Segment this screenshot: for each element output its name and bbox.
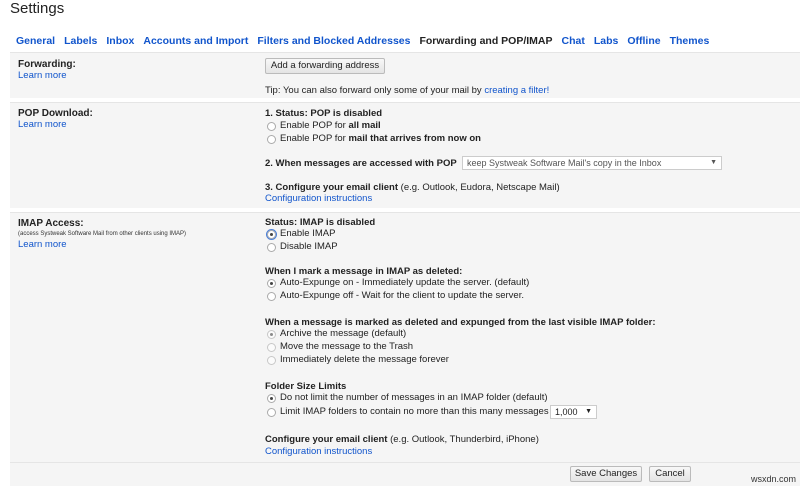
- delete-forever-label: Immediately delete the message forever: [280, 354, 449, 365]
- auto-expunge-on-label: Auto-Expunge on - Immediately update the…: [280, 277, 530, 288]
- imap-section: IMAP Access: (access Systweak Software M…: [10, 212, 800, 462]
- chevron-down-icon: ▼: [585, 408, 592, 415]
- add-forwarding-address-button[interactable]: Add a forwarding address: [265, 58, 385, 74]
- move-to-trash-label: Move the message to the Trash: [280, 341, 414, 352]
- tab-themes[interactable]: Themes: [670, 35, 710, 51]
- imap-learn-more-link[interactable]: Learn more: [18, 239, 67, 250]
- settings-tabs: General Labels Inbox Accounts and Import…: [16, 35, 718, 51]
- auto-expunge-off-radio[interactable]: [267, 292, 276, 301]
- forwarding-tip: Tip: You can also forward only some of y…: [265, 85, 549, 96]
- pop-all-mail-label: Enable POP for all mail: [280, 120, 381, 131]
- tab-filters[interactable]: Filters and Blocked Addresses: [257, 35, 410, 51]
- disable-imap-radio[interactable]: [267, 243, 276, 252]
- pop-configure-rest: (e.g. Outlook, Eudora, Netscape Mail): [398, 182, 560, 193]
- tab-forwarding-pop-imap[interactable]: Forwarding and POP/IMAP: [419, 35, 552, 51]
- limit-count-value: 1,000: [555, 407, 578, 417]
- chevron-down-icon: ▼: [710, 159, 717, 166]
- cancel-button[interactable]: Cancel: [649, 466, 691, 482]
- tab-inbox[interactable]: Inbox: [106, 35, 134, 51]
- pop-section: POP Download: Learn more 1. Status: POP …: [10, 102, 800, 208]
- pop-all-mail-radio[interactable]: [267, 122, 276, 131]
- tab-labs[interactable]: Labs: [594, 35, 619, 51]
- pop-from-now-label: Enable POP for mail that arrives from no…: [280, 133, 481, 144]
- limit-count-select[interactable]: 1,000 ▼: [550, 405, 597, 419]
- pop-access-select-value: keep Systweak Software Mail's copy in th…: [467, 158, 662, 168]
- pop-from-now-prefix: Enable POP for: [280, 133, 349, 144]
- delete-forever-radio[interactable]: [267, 356, 276, 365]
- folder-size-heading: Folder Size Limits: [265, 381, 347, 392]
- imap-expunged-heading: When a message is marked as deleted and …: [265, 317, 656, 328]
- forwarding-label: Forwarding:: [18, 59, 76, 70]
- no-limit-label: Do not limit the number of messages in a…: [280, 392, 548, 403]
- pop-configuration-instructions-link[interactable]: Configuration instructions: [265, 193, 372, 204]
- pop-learn-more-link[interactable]: Learn more: [18, 119, 67, 130]
- imap-label: IMAP Access:: [18, 218, 84, 229]
- limit-folders-radio[interactable]: [267, 408, 276, 417]
- no-limit-radio[interactable]: [267, 394, 276, 403]
- imap-configure-text: Configure your email client (e.g. Outloo…: [265, 434, 539, 445]
- archive-message-label: Archive the message (default): [280, 328, 407, 339]
- move-to-trash-radio[interactable]: [267, 343, 276, 352]
- save-changes-button[interactable]: Save Changes: [570, 466, 642, 482]
- tab-offline[interactable]: Offline: [627, 35, 660, 51]
- forwarding-section: Forwarding: Learn more Add a forwarding …: [10, 52, 800, 98]
- pop-configure-text: 3. Configure your email client (e.g. Out…: [265, 182, 560, 193]
- tab-labels[interactable]: Labels: [64, 35, 97, 51]
- tab-chat[interactable]: Chat: [562, 35, 585, 51]
- imap-configuration-instructions-link[interactable]: Configuration instructions: [265, 446, 372, 457]
- pop-access-label: 2. When messages are accessed with POP: [265, 158, 457, 169]
- enable-imap-radio[interactable]: [266, 229, 277, 240]
- creating-filter-link[interactable]: creating a filter!: [484, 85, 549, 96]
- auto-expunge-off-label: Auto-Expunge off - Wait for the client t…: [280, 290, 524, 301]
- auto-expunge-on-radio[interactable]: [267, 279, 276, 288]
- pop-from-now-bold: mail that arrives from now on: [348, 133, 481, 144]
- pop-from-now-radio[interactable]: [267, 135, 276, 144]
- pop-label: POP Download:: [18, 108, 93, 119]
- imap-status: Status: IMAP is disabled: [265, 217, 376, 228]
- imap-configure-bold: Configure your email client: [265, 434, 388, 445]
- imap-configure-rest: (e.g. Outlook, Thunderbird, iPhone): [387, 434, 539, 445]
- archive-message-radio[interactable]: [267, 330, 276, 339]
- forwarding-tip-text: Tip: You can also forward only some of y…: [265, 85, 485, 96]
- forwarding-learn-more-link[interactable]: Learn more: [18, 70, 67, 81]
- enable-imap-label: Enable IMAP: [280, 228, 336, 239]
- tab-general[interactable]: General: [16, 35, 55, 51]
- pop-status: 1. Status: POP is disabled: [265, 108, 383, 119]
- pop-configure-bold: 3. Configure your email client: [265, 182, 399, 193]
- footer-bar: Save Changes Cancel: [10, 462, 800, 486]
- pop-all-mail-bold: all mail: [348, 120, 381, 131]
- pop-all-mail-prefix: Enable POP for: [280, 120, 349, 131]
- watermark: wsxdn.com: [750, 474, 796, 484]
- page-title: Settings: [10, 0, 65, 17]
- disable-imap-label: Disable IMAP: [280, 241, 338, 252]
- settings-panel: Forwarding: Learn more Add a forwarding …: [10, 52, 800, 462]
- pop-access-select[interactable]: keep Systweak Software Mail's copy in th…: [462, 156, 722, 170]
- imap-note: (access Systweak Software Mail from othe…: [18, 231, 187, 237]
- tab-accounts-and-import[interactable]: Accounts and Import: [143, 35, 248, 51]
- limit-folders-label: Limit IMAP folders to contain no more th…: [280, 406, 549, 417]
- imap-deleted-heading: When I mark a message in IMAP as deleted…: [265, 266, 463, 277]
